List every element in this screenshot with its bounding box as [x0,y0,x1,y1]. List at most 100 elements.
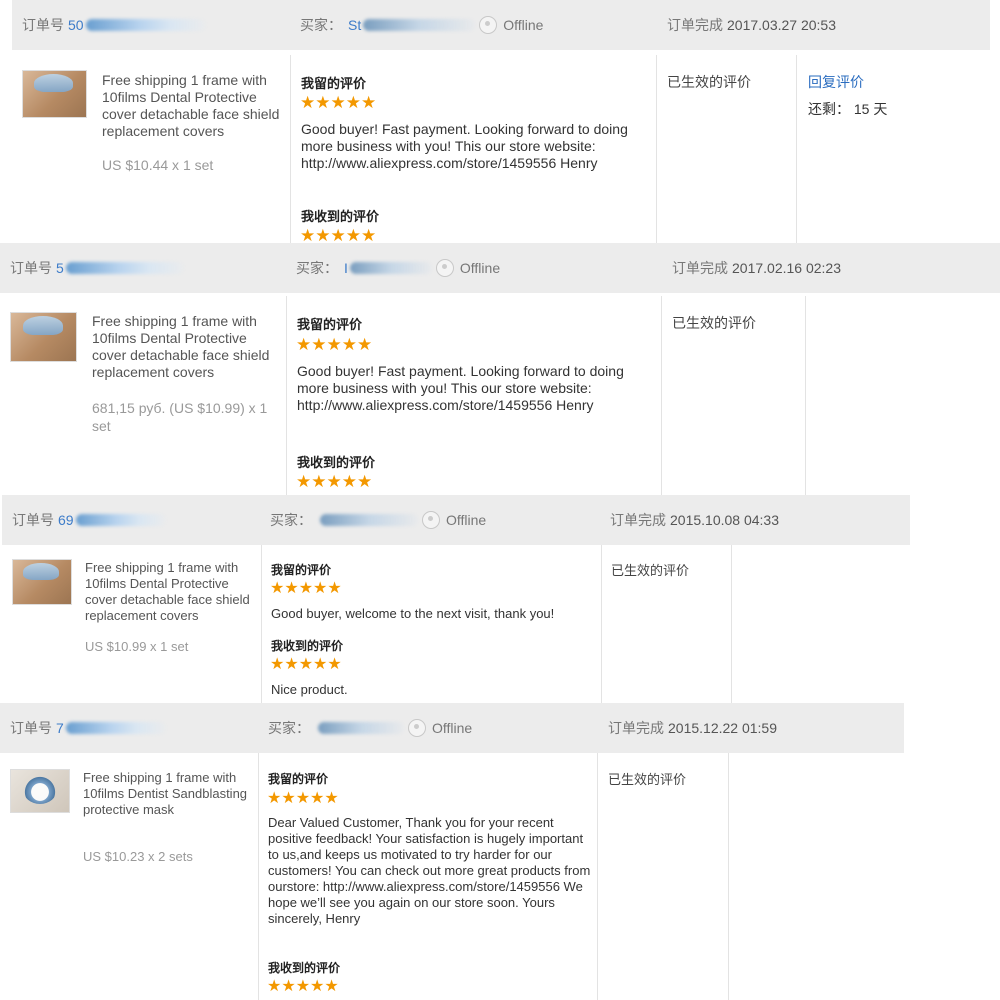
days-remaining: 还剩： 15 天 [808,101,888,117]
column-divider [805,296,806,495]
account-status-icon [408,719,426,737]
product-price: US $10.99 x 1 set [85,639,189,654]
order-header: 订单号 50 买家： St Offline 订单完成 2017.03.27 20… [12,0,990,50]
buyer-status: Offline [459,260,501,276]
feedback-status: 已生效的评价 [611,563,690,578]
left-feedback-stars: ★★★★★ [300,93,377,112]
left-feedback-stars: ★★★★★ [270,580,342,597]
order-number: 订单号 50 [22,15,206,35]
buyer-status: Offline [446,512,487,528]
buyer-info: 买家： St Offline [300,16,544,34]
product-price: US $10.44 x 1 set [102,157,214,173]
order-block: 订单号 5 买家： I Offline 订单完成 2017.02.16 02:2… [0,243,1000,495]
product-thumbnail[interactable] [10,312,77,362]
buyer-info: 买家： I Offline [296,259,501,277]
product-thumbnail[interactable] [12,559,72,605]
order-number-redacted [85,19,206,31]
received-feedback-label: 我收到的评价 [271,639,344,653]
buyer-info: 买家： Offline [268,719,473,737]
completed-date: 2017.03.27 20:53 [727,17,836,33]
received-feedback-stars: ★★★★★ [300,226,377,245]
product-title[interactable]: Free shipping 1 frame with 10films Denti… [83,770,255,818]
product-price: 681,15 руб. (US $10.99) x 1 set [92,400,268,434]
column-divider [258,753,259,1000]
buyer-name-redacted [349,262,432,274]
order-block: 订单号 50 买家： St Offline 订单完成 2017.03.27 20… [0,0,1000,245]
order-body: Free shipping 1 frame with 10films Denta… [0,296,1000,495]
order-block: 订单号 7 买家： Offline 订单完成 2015.12.22 01:59 … [0,703,1000,1000]
order-completed: 订单完成 2017.03.27 20:53 [667,17,836,33]
order-number: 订单号 5 [10,258,184,278]
product-title[interactable]: Free shipping 1 frame with 10films Denta… [92,313,282,381]
buyer-name-redacted [363,19,476,31]
buyer-name-redacted [320,514,418,526]
order-number: 订单号 69 [12,510,166,530]
column-divider [286,296,287,495]
product-thumbnail[interactable] [22,70,87,118]
column-divider [656,55,657,245]
order-number-value[interactable]: 69 [58,512,74,528]
left-feedback-label: 我留的评价 [301,76,367,91]
received-feedback-stars: ★★★★★ [296,472,373,491]
completed-date: 2017.02.16 02:23 [732,260,841,276]
column-divider [601,545,602,703]
buyer-status: Offline [503,17,544,33]
order-completed: 订单完成 2015.12.22 01:59 [608,720,777,736]
order-body: Free shipping 1 frame with 10films Denta… [12,55,1000,245]
column-divider [290,55,291,245]
completed-date: 2015.12.22 01:59 [668,720,777,736]
buyer-status: Offline [432,720,473,736]
order-body: Free shipping 1 frame with 10films Denta… [2,545,910,703]
order-body: Free shipping 1 frame with 10films Denti… [0,753,904,1000]
left-feedback-stars: ★★★★★ [296,335,373,354]
column-divider [597,753,598,1000]
order-number-redacted [65,262,184,274]
reply-feedback-link[interactable]: 回复评价 [808,72,864,92]
product-title[interactable]: Free shipping 1 frame with 10films Denta… [85,560,257,624]
order-number-value[interactable]: 7 [56,720,64,736]
order-completed: 订单完成 2015.10.08 04:33 [610,512,779,528]
order-header: 订单号 69 买家： Offline 订单完成 2015.10.08 04:33 [2,495,910,545]
received-feedback-text: Nice product. [271,682,348,697]
left-feedback-text: Dear Valued Customer, Thank you for your… [268,815,591,926]
feedback-status: 已生效的评价 [608,772,687,787]
left-feedback-label: 我留的评价 [297,317,363,332]
column-divider [261,545,262,703]
account-status-icon [422,511,440,529]
received-feedback-label: 我收到的评价 [301,209,380,224]
order-header: 订单号 7 买家： Offline 订单完成 2015.12.22 01:59 [0,703,904,753]
left-feedback-stars: ★★★★★ [267,790,339,807]
received-feedback-stars: ★★★★★ [267,978,339,995]
buyer-name[interactable]: I [344,260,348,276]
left-feedback-text: Good buyer! Fast payment. Looking forwar… [297,363,624,413]
order-number-redacted [75,514,166,526]
column-divider [661,296,662,495]
left-feedback-label: 我留的评价 [271,563,332,577]
order-header: 订单号 5 买家： I Offline 订单完成 2017.02.16 02:2… [0,243,1000,293]
left-feedback-text: Good buyer, welcome to the next visit, t… [271,606,555,621]
feedback-status: 已生效的评价 [667,74,751,90]
account-status-icon [479,16,498,34]
feedback-status: 已生效的评价 [672,315,756,331]
order-block: 订单号 69 买家： Offline 订单完成 2015.10.08 04:33… [0,495,1000,703]
left-feedback-text: Good buyer! Fast payment. Looking forwar… [301,121,628,171]
buyer-name[interactable]: St [348,17,361,33]
order-number-value[interactable]: 5 [56,260,64,276]
completed-date: 2015.10.08 04:33 [670,512,779,528]
column-divider [731,545,732,703]
buyer-name-redacted [318,722,404,734]
order-number-value[interactable]: 50 [68,17,84,33]
column-divider [796,55,797,245]
product-title[interactable]: Free shipping 1 frame with 10films Denta… [102,72,287,140]
product-price: US $10.23 x 2 sets [83,849,193,864]
buyer-info: 买家： Offline [270,511,487,529]
order-number: 订单号 7 [10,718,166,738]
received-feedback-stars: ★★★★★ [270,656,342,673]
column-divider [728,753,729,1000]
received-feedback-label: 我收到的评价 [268,961,341,975]
order-number-redacted [65,722,166,734]
account-status-icon [435,259,454,277]
order-completed: 订单完成 2017.02.16 02:23 [672,260,841,276]
left-feedback-label: 我留的评价 [268,772,329,786]
product-thumbnail[interactable] [10,769,70,813]
